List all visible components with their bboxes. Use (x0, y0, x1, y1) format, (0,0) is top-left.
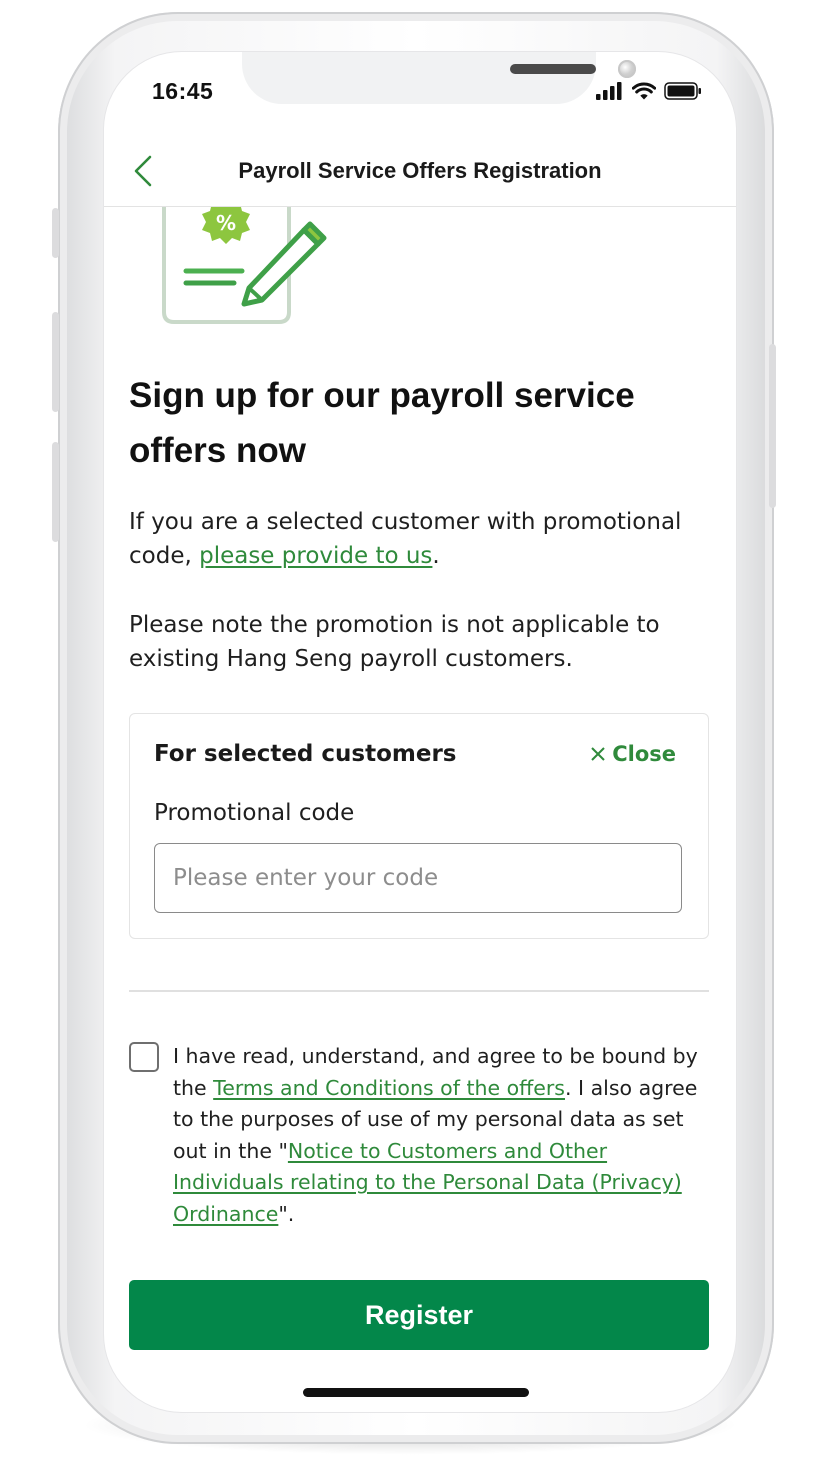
pencil-icon (241, 221, 327, 307)
register-button[interactable]: Register (129, 1280, 709, 1350)
earpiece-speaker (510, 64, 596, 74)
mute-switch (52, 208, 59, 258)
close-promo-button[interactable]: Close (590, 742, 676, 766)
promo-panel-title: For selected customers (154, 741, 457, 767)
promo-code-panel: For selected customers Close Promotional… (129, 713, 709, 939)
svg-text:%: % (216, 211, 236, 235)
headline: Sign up for our payroll service offers n… (129, 376, 635, 470)
consent-checkbox[interactable] (129, 1042, 159, 1072)
section-divider (129, 990, 709, 992)
percent-badge-icon: % (202, 200, 250, 244)
page-title: Payroll Service Offers Registration (238, 158, 602, 183)
app-screen: 16:45 % Payroll Service Offers Registrat… (104, 52, 736, 1412)
close-label: Close (612, 742, 676, 766)
home-indicator[interactable] (303, 1388, 529, 1397)
volume-down-button (52, 442, 59, 542)
battery-icon (664, 82, 701, 100)
nav-header: Payroll Service Offers Registration (104, 140, 736, 207)
status-time: 16:45 (152, 78, 214, 104)
form-pencil-illustration-icon: % (162, 200, 327, 324)
terms-link[interactable]: Terms and Conditions of the offers (213, 1076, 565, 1100)
volume-up-button (52, 312, 59, 412)
close-icon (591, 747, 605, 761)
promo-instructions-suffix: . (432, 543, 440, 569)
hero-illustration: % (154, 200, 334, 324)
promo-instructions: If you are a selected customer with prom… (129, 505, 709, 573)
consent-text-part3: ". (278, 1201, 295, 1226)
notch (242, 52, 636, 104)
front-camera (618, 60, 636, 78)
wifi-icon (632, 82, 656, 100)
consent-text: I have read, understand, and agree to be… (173, 1041, 713, 1230)
cellular-signal-icon (596, 82, 622, 100)
status-icons (596, 80, 702, 102)
provide-code-link[interactable]: please provide to us (199, 543, 432, 569)
promo-code-input[interactable] (154, 843, 682, 913)
promo-code-label: Promotional code (154, 800, 355, 826)
eligibility-note: Please note the promotion is not applica… (129, 612, 660, 672)
power-button (769, 344, 776, 508)
